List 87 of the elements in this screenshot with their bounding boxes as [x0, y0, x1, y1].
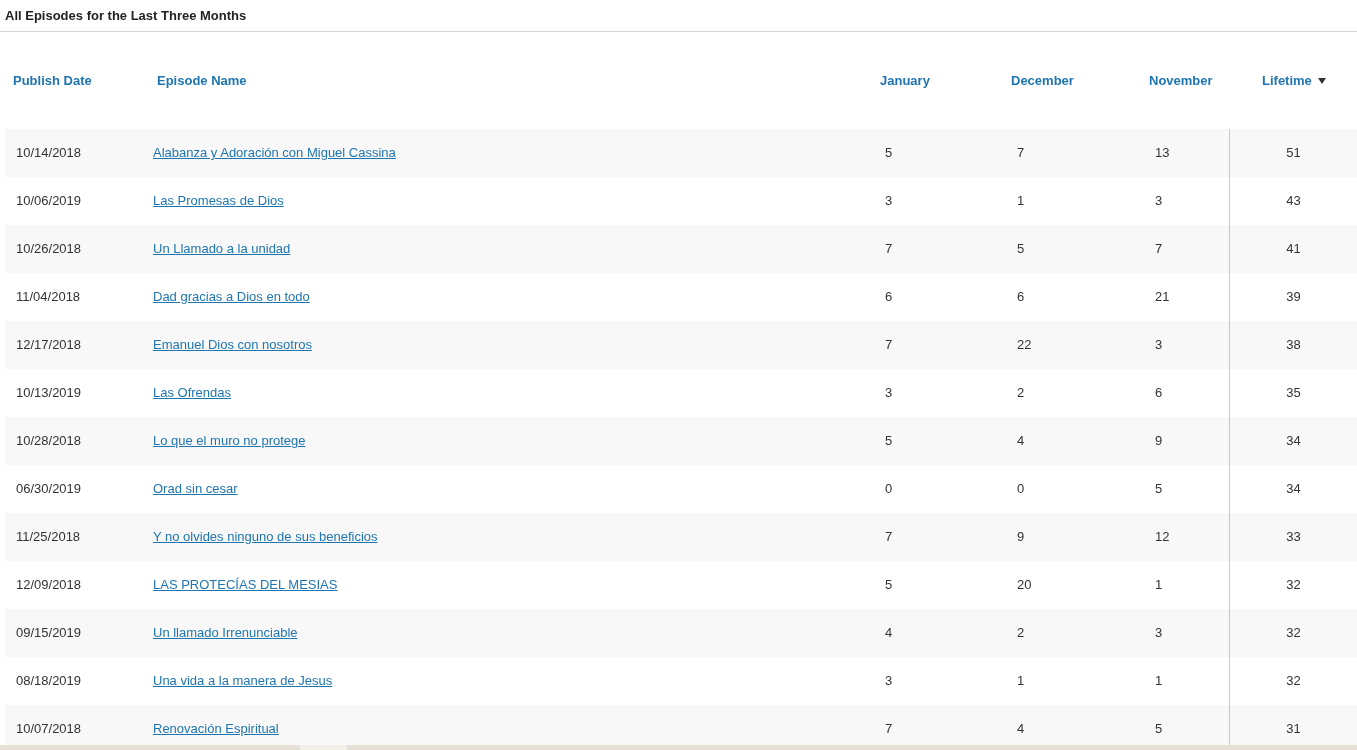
- episode-link[interactable]: Alabanza y Adoración con Miguel Cassina: [153, 145, 396, 161]
- sort-descending-icon: [1317, 77, 1326, 84]
- table-cell-text: 32: [1286, 576, 1301, 595]
- episode-link[interactable]: Un llamado Irrenunciable: [153, 625, 298, 641]
- episode-link[interactable]: Emanuel Dios con nosotros: [153, 337, 312, 353]
- table-cell: 10/14/2018: [16, 145, 82, 161]
- table-cell: 10/06/2019: [16, 193, 82, 209]
- table-cell: 9: [1155, 433, 1163, 449]
- table-cell: 7: [885, 721, 893, 737]
- table-cell-text: 38: [1286, 336, 1301, 355]
- table-cell: 1: [1017, 193, 1025, 209]
- table-cell: 12/17/2018: [16, 337, 82, 353]
- table-cell: 3: [885, 385, 893, 401]
- table-cell: 1: [1017, 673, 1025, 689]
- episode-link[interactable]: Una vida a la manera de Jesus: [153, 673, 333, 689]
- table-cell: 06/30/2019: [16, 481, 82, 497]
- table-cell-text: 32: [1286, 624, 1301, 643]
- table-cell: 3: [1155, 193, 1163, 209]
- table-cell-text: 33: [1286, 528, 1301, 547]
- table-cell: 10/07/2018: [16, 721, 82, 737]
- table-cell: 7: [885, 337, 893, 353]
- table-cell: 5: [1017, 241, 1025, 257]
- table-cell-text: 51: [1286, 144, 1301, 163]
- table-cell: 3: [885, 673, 893, 689]
- table-cell: 4: [885, 625, 893, 641]
- table-cell-text: 32: [1286, 672, 1301, 691]
- episode-link[interactable]: Las Ofrendas: [153, 385, 232, 401]
- table-cell: 11/25/2018: [16, 529, 81, 545]
- column-header[interactable]: Lifetime: [1262, 70, 1326, 91]
- episode-link[interactable]: Renovación Espiritual: [153, 721, 279, 737]
- scrollbar-thumb[interactable]: [300, 745, 347, 750]
- table-cell: 4: [1017, 721, 1025, 737]
- table-cell: 11/04/2018: [16, 289, 81, 305]
- table-cell: 10/13/2019: [16, 385, 82, 401]
- table-cell: 3: [1155, 337, 1163, 353]
- table-cell: 9: [1017, 529, 1025, 545]
- table-cell: 0: [1017, 481, 1025, 497]
- table-cell: 21: [1155, 289, 1170, 305]
- table-cell: 09/15/2019: [16, 625, 82, 641]
- table-cell: 5: [885, 145, 893, 161]
- table-cell-text: 39: [1286, 288, 1301, 307]
- table-cell: 6: [885, 289, 893, 305]
- table-cell: 5: [1155, 721, 1163, 737]
- table-cell: 7: [1155, 241, 1163, 257]
- episode-link[interactable]: Las Promesas de Dios: [153, 193, 284, 209]
- column-header[interactable]: January: [880, 70, 930, 91]
- table-cell: 1: [1155, 577, 1163, 593]
- episode-link[interactable]: LAS PROTECÍAS DEL MESIAS: [153, 577, 338, 593]
- table-cell-text: 34: [1286, 432, 1301, 451]
- episode-link[interactable]: Orad sin cesar: [153, 481, 238, 497]
- table-cell: 7: [885, 529, 893, 545]
- table-cell: 0: [885, 481, 893, 497]
- column-header[interactable]: November: [1149, 70, 1213, 91]
- table-cell: 6: [1017, 289, 1025, 305]
- table-cell: 08/18/2019: [16, 673, 82, 689]
- table-cell: 7: [1017, 145, 1025, 161]
- table-cell-text: 35: [1286, 384, 1301, 403]
- table-cell: 3: [885, 193, 893, 209]
- table-cell: 5: [885, 433, 893, 449]
- table-cell: 10/26/2018: [16, 241, 82, 257]
- episode-link[interactable]: Y no olvides ninguno de sus beneficios: [153, 529, 378, 545]
- table-cell: 3: [1155, 625, 1163, 641]
- table-cell-text: 34: [1286, 480, 1301, 499]
- table-cell: 6: [1155, 385, 1163, 401]
- column-header[interactable]: December: [1011, 70, 1074, 91]
- table-cell: 20: [1017, 577, 1032, 593]
- episode-link[interactable]: Dad gracias a Dios en todo: [153, 289, 310, 305]
- table-cell: 12: [1155, 529, 1170, 545]
- table-cell: 1: [1155, 673, 1163, 689]
- table-cell: 10/28/2018: [16, 433, 82, 449]
- table-cell: 5: [885, 577, 893, 593]
- column-header[interactable]: Episode Name: [157, 70, 247, 91]
- table-cell: 22: [1017, 337, 1032, 353]
- column-header[interactable]: Publish Date: [13, 70, 92, 91]
- table-cell: 13: [1155, 145, 1170, 161]
- table-cell-text: 31: [1286, 720, 1301, 739]
- episode-link[interactable]: Lo que el muro no protege: [153, 433, 306, 449]
- table-cell: 2: [1017, 625, 1025, 641]
- table-cell-text: 43: [1286, 192, 1301, 211]
- table-cell: 4: [1017, 433, 1025, 449]
- table-cell: 2: [1017, 385, 1025, 401]
- table-cell: 7: [885, 241, 893, 257]
- table-cell: 12/09/2018: [16, 577, 82, 593]
- table-cell-text: 41: [1286, 240, 1301, 259]
- panel-title: All Episodes for the Last Three Months: [5, 6, 247, 25]
- table-cell: 5: [1155, 481, 1163, 497]
- episode-link[interactable]: Un Llamado a la unidad: [153, 241, 291, 257]
